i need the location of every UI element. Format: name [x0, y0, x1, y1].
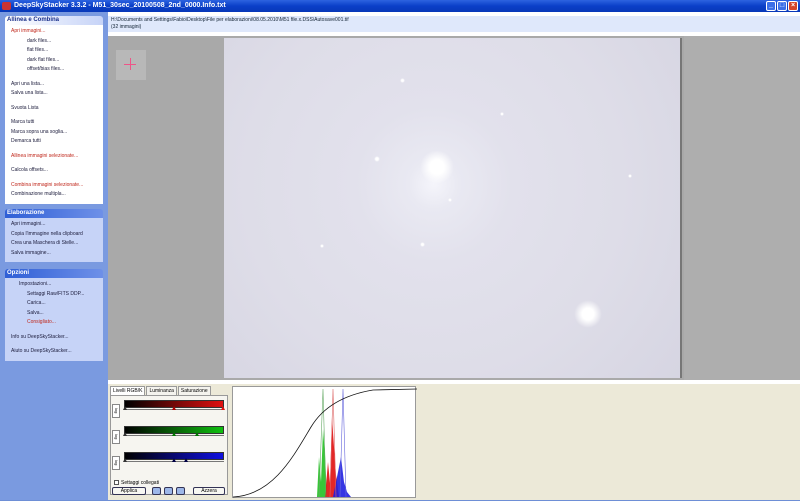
companion-galaxy	[574, 300, 602, 328]
tab-rgb-levels[interactable]: Livelli RGB/K	[110, 386, 146, 395]
window-title: DeepSkyStacker 3.3.2 - M51_30sec_2010050…	[14, 2, 226, 9]
red-mid-handle[interactable]	[172, 406, 176, 410]
register-menu-item[interactable]: Combinazione multipla...	[11, 190, 103, 200]
histogram-chart	[232, 388, 418, 498]
file-info-bar: H:\Documents and Settings\Fabio\Desktop\…	[108, 16, 800, 32]
register-menu-item[interactable]: Svuota Lista	[11, 104, 103, 114]
levels-panel: Livelli RGB/K Luminanza Saturazione log …	[108, 384, 800, 500]
viewer-margin	[684, 36, 800, 380]
options-menu-item[interactable]: Settaggi Raw/FITS DDP...	[11, 290, 103, 300]
linked-settings-checkbox[interactable]	[114, 480, 119, 486]
minimize-button[interactable]: _	[766, 1, 776, 11]
processing-menu-item[interactable]: Salva immagine...	[11, 249, 103, 259]
register-menu-item[interactable]: offset/bias files...	[11, 65, 103, 75]
options-menu-item[interactable]: Aiuto su DeepSkyStacker...	[11, 347, 103, 357]
red-black-handle[interactable]	[123, 406, 127, 410]
title-bar: DeepSkyStacker 3.3.2 - M51_30sec_2010050…	[0, 0, 800, 12]
register-menu-item[interactable]: Allinea immagini selezionate...	[11, 152, 103, 162]
register-menu-item[interactable]: Marca sopra una soglia...	[11, 128, 103, 138]
undo-icon[interactable]	[152, 487, 161, 495]
file-path: H:\Documents and Settings\Fabio\Desktop\…	[111, 17, 349, 23]
red-levels-row: log	[112, 398, 228, 420]
star	[400, 78, 405, 83]
image-count: (32 immagini)	[111, 24, 142, 30]
crosshair-icon[interactable]	[116, 50, 146, 80]
options-menu-item[interactable]: Impostazioni...	[11, 280, 103, 290]
options-menu-item[interactable]: Info su DeepSkyStacker...	[11, 333, 103, 343]
green-log-button[interactable]: log	[112, 430, 120, 444]
star	[420, 242, 425, 247]
red-white-handle[interactable]	[221, 406, 225, 410]
register-menu-item[interactable]: Marca tutti	[11, 118, 103, 128]
register-panel: Allinea e Combina Apri immagini... dark f…	[5, 16, 103, 204]
register-panel-title: Allinea e Combina	[5, 16, 103, 25]
window-controls: _ □ ×	[766, 1, 798, 11]
options-menu-item[interactable]: Carica...	[11, 299, 103, 309]
register-menu-item[interactable]: Demarca tutti	[11, 137, 103, 147]
green-black-handle[interactable]	[123, 432, 127, 436]
options-panel-body: Impostazioni... Settaggi Raw/FITS DDP... C…	[5, 278, 103, 361]
image-viewer[interactable]	[108, 36, 800, 380]
blue-mid-handle[interactable]	[172, 458, 176, 462]
levels-tabs: Livelli RGB/K Luminanza Saturazione	[110, 386, 212, 395]
linked-settings-label: Settaggi collegati	[121, 480, 160, 486]
star	[448, 198, 452, 202]
galaxy-core	[420, 150, 454, 184]
star	[628, 174, 632, 178]
close-button[interactable]: ×	[788, 1, 798, 11]
processing-panel: Elaborazione Apri immagini... Copia l'imm…	[5, 209, 103, 262]
register-menu-item[interactable]: Calcola offsets...	[11, 166, 103, 176]
blue-black-handle[interactable]	[123, 458, 127, 462]
blue-white-handle[interactable]	[184, 458, 188, 462]
register-menu-item[interactable]: Combina immagini selezionate...	[11, 181, 103, 191]
green-mid-handle[interactable]	[172, 432, 176, 436]
processing-menu-item[interactable]: Crea una Maschera di Stelle...	[11, 239, 103, 249]
tab-luminance[interactable]: Luminanza	[146, 386, 177, 395]
processing-panel-title: Elaborazione	[5, 209, 103, 218]
blue-levels-row: log	[112, 450, 228, 472]
redo-icon[interactable]	[176, 487, 185, 495]
register-menu-item[interactable]: dark flat files...	[11, 56, 103, 66]
star	[500, 112, 504, 116]
reset-button[interactable]: Azzera	[193, 487, 225, 495]
register-menu-item[interactable]: Salva una lista...	[11, 89, 103, 99]
tab-saturation[interactable]: Saturazione	[177, 386, 211, 395]
register-menu-item[interactable]: flat files...	[11, 46, 103, 56]
sidebar: Allinea e Combina Apri immagini... dark f…	[0, 12, 108, 500]
processing-menu-item[interactable]: Copia l'immagine nella clipboard	[11, 230, 103, 240]
main-area: H:\Documents and Settings\Fabio\Desktop\…	[108, 12, 800, 500]
blue-log-button[interactable]: log	[112, 456, 120, 470]
options-menu-item[interactable]: Salva...	[11, 309, 103, 319]
apply-button[interactable]: Applica	[112, 487, 146, 495]
stacked-image[interactable]	[224, 38, 682, 378]
register-menu-item[interactable]: dark files...	[11, 37, 103, 47]
options-panel: Opzioni Impostazioni... Settaggi Raw/FITS…	[5, 269, 103, 361]
settings-icon[interactable]	[164, 487, 173, 495]
register-menu-item[interactable]: Apri immagini...	[11, 27, 103, 37]
options-menu-item[interactable]: Consigliato...	[11, 318, 103, 328]
processing-panel-body: Apri immagini... Copia l'immagine nella c…	[5, 218, 103, 262]
register-menu-item[interactable]: Apri una lista...	[11, 80, 103, 90]
processing-menu-item[interactable]: Apri immagini...	[11, 220, 103, 230]
register-panel-body: Apri immagini... dark files... flat files.…	[5, 25, 103, 204]
green-white-handle[interactable]	[195, 432, 199, 436]
rgb-levels-controls: log log log Settaggi collegati Applica A…	[110, 395, 228, 495]
star	[320, 244, 324, 248]
green-levels-row: log	[112, 424, 228, 446]
maximize-button[interactable]: □	[777, 1, 787, 11]
options-panel-title: Opzioni	[5, 269, 103, 278]
red-log-button[interactable]: log	[112, 404, 120, 418]
app-icon	[2, 2, 11, 10]
linked-settings[interactable]: Settaggi collegati	[114, 480, 159, 486]
star	[374, 156, 380, 162]
histogram	[232, 386, 418, 498]
